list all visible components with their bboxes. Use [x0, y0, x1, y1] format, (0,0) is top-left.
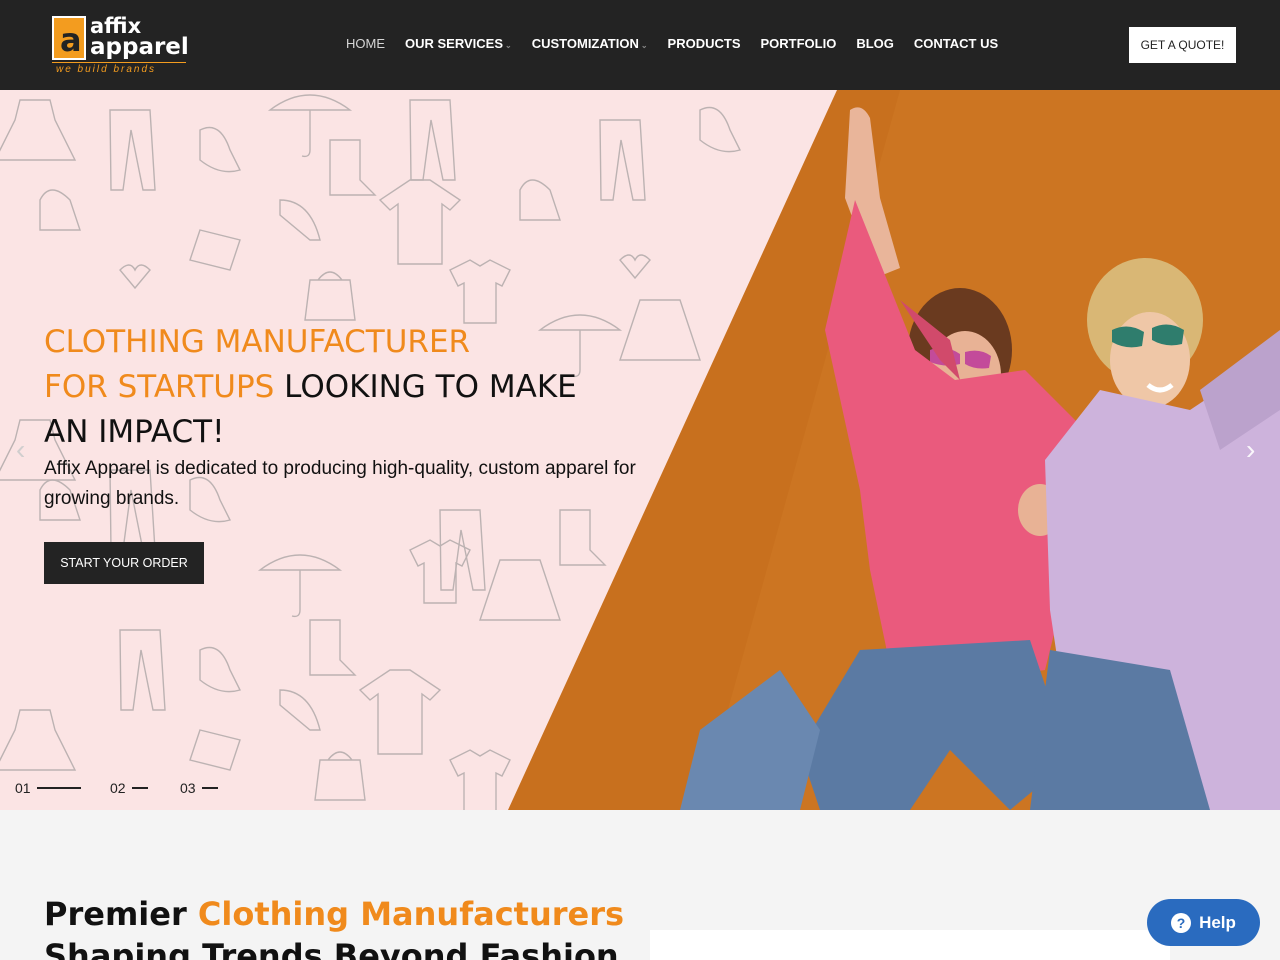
help-label: Help — [1199, 912, 1236, 932]
question-icon: ? — [1171, 912, 1192, 933]
slide-indicator-1[interactable]: 01 — [15, 778, 81, 798]
chevron-down-icon: ⌄ — [640, 41, 648, 50]
nav-item-home[interactable]: HOME — [346, 34, 385, 54]
hero-title-highlight: FOR STARTUPS — [44, 369, 275, 405]
hero-slider: CLOTHING MANUFACTURER FOR STARTUPS LOOKI… — [0, 90, 1280, 810]
hero-title-line1: CLOTHING MANUFACTURER — [44, 324, 471, 360]
nav-item-portfolio[interactable]: PORTFOLIO — [761, 34, 837, 54]
help-widget-button[interactable]: ? Help — [1147, 899, 1260, 946]
start-your-order-button[interactable]: START YOUR ORDER — [44, 542, 204, 584]
site-header: a affix apparel we build brands HOME OUR… — [0, 0, 1280, 90]
brand-logo[interactable]: a affix apparel we build brands — [50, 14, 190, 78]
section-media-card — [650, 930, 1170, 960]
hero-title-line2: LOOKING TO MAKE — [274, 369, 577, 405]
intro-section: Premier Clothing Manufacturers Shaping T… — [0, 810, 1280, 960]
section-title-line2: Shaping Trends Beyond Fashion — [44, 937, 619, 960]
hero-title-line3: AN IMPACT! — [44, 414, 225, 450]
nav-item-our-services[interactable]: OUR SERVICES ⌄ — [405, 34, 512, 54]
slider-prev-arrow-icon[interactable]: ‹ — [16, 436, 36, 464]
nav-item-customization[interactable]: CUSTOMIZATION ⌄ — [532, 34, 648, 54]
nav-item-contact-us[interactable]: CONTACT US — [914, 34, 998, 54]
logo-rule — [52, 62, 186, 63]
nav-item-blog[interactable]: BLOG — [856, 34, 894, 54]
get-a-quote-button[interactable]: GET A QUOTE! — [1129, 27, 1236, 63]
hero-title: CLOTHING MANUFACTURER FOR STARTUPS LOOKI… — [44, 320, 644, 455]
slide-indicator-2[interactable]: 02 — [110, 778, 148, 798]
nav-item-products[interactable]: PRODUCTS — [668, 34, 741, 54]
section-title: Premier Clothing Manufacturers — [44, 895, 625, 933]
logo-tagline: we build brands — [56, 64, 157, 75]
chevron-down-icon: ⌄ — [505, 41, 512, 50]
slide-indicator-3[interactable]: 03 — [180, 778, 218, 798]
logo-text-line2: apparel — [90, 34, 189, 60]
slider-next-arrow-icon[interactable]: › — [1246, 436, 1266, 464]
main-nav: HOME OUR SERVICES ⌄ CUSTOMIZATION ⌄ PRODUC… — [346, 34, 1018, 54]
hero-subtitle: Affix Apparel is dedicated to producing … — [44, 458, 636, 509]
logo-mark-icon: a — [52, 16, 86, 60]
